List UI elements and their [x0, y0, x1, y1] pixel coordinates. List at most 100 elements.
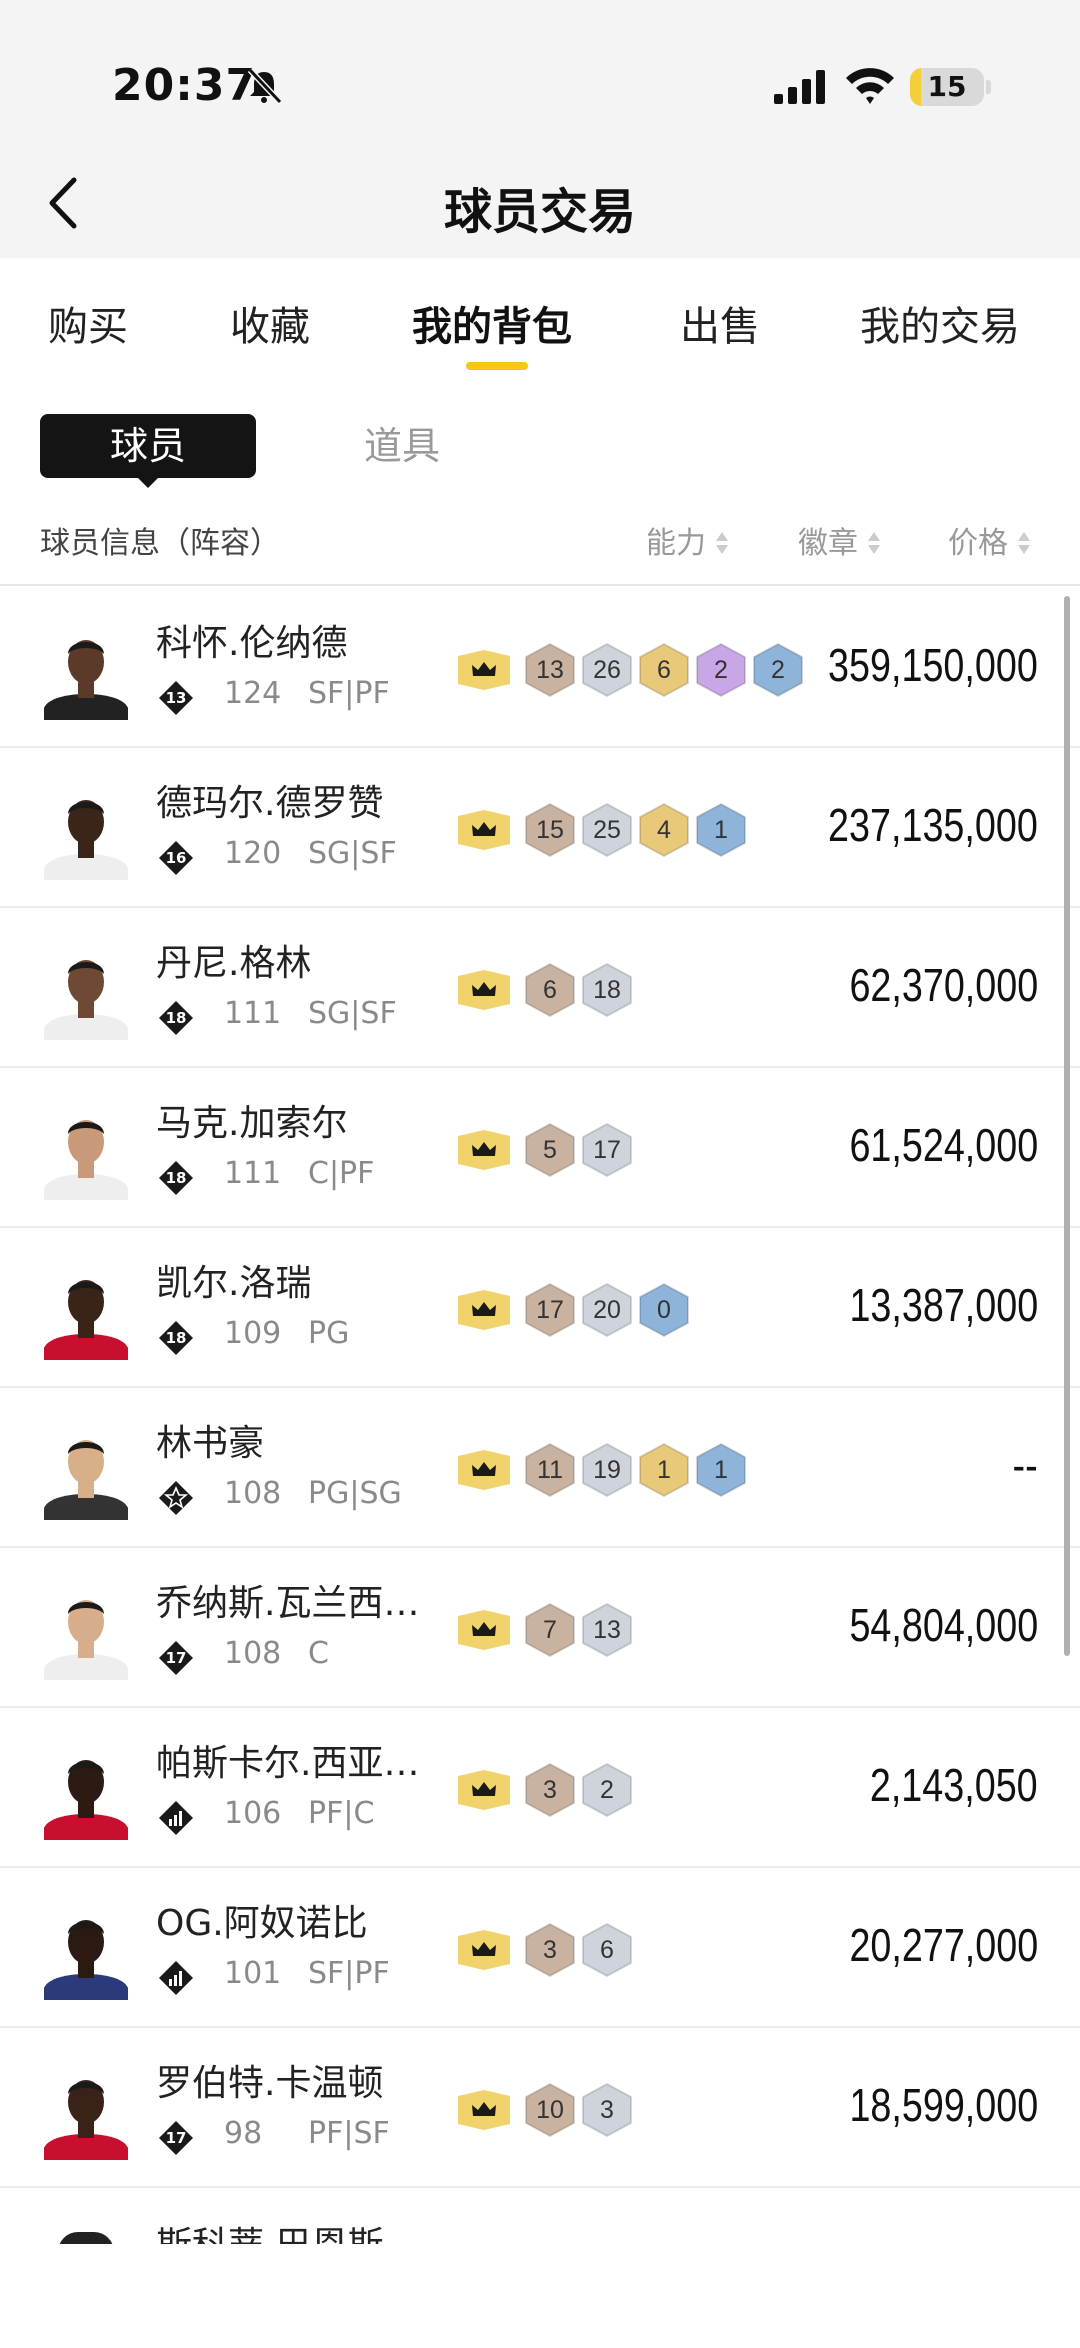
player-avatar — [44, 960, 128, 1040]
badge-count: 4 — [657, 816, 671, 844]
player-price: 20,277,000 — [849, 1919, 1038, 1971]
player-ability: 98 — [224, 2116, 263, 2151]
player-avatar — [44, 1440, 128, 1520]
player-price: 18,599,000 — [849, 2079, 1038, 2131]
player-avatar — [44, 2080, 128, 2160]
player-price: 54,804,000 — [849, 1599, 1038, 1651]
partial-player-row[interactable]: 斯科蒂.巴恩斯 — [0, 2192, 1080, 2244]
tier-number: 18 — [165, 1009, 187, 1027]
player-list: 科怀.伦纳德 13 124 SF|PF 13 26 6 2 2 359,150,000 德玛尔.德罗… — [0, 588, 1080, 2188]
battery-indicator: 15 — [910, 68, 984, 106]
tier-badge-icon — [159, 1481, 193, 1515]
player-position: C|PF — [308, 1156, 375, 1191]
badge-count: 5 — [543, 1136, 557, 1164]
battery-level-text: 15 — [927, 70, 967, 103]
crown-icon — [458, 1610, 510, 1650]
player-avatar — [44, 1760, 128, 1840]
badge-count: 3 — [543, 1936, 557, 1964]
crown-icon — [458, 1770, 510, 1810]
badge-count: 3 — [543, 1776, 557, 1804]
sort-ability[interactable]: 能力 — [646, 518, 730, 562]
player-ability: 106 — [224, 1796, 282, 1831]
sort-arrows-icon — [868, 532, 880, 554]
sort-badges[interactable]: 徽章 — [798, 518, 882, 562]
player-position: PG — [308, 1316, 350, 1351]
player-name: OG.阿奴诺比 — [156, 1903, 368, 1944]
status-time: 20:37 — [112, 60, 258, 111]
badge-count: 6 — [600, 1936, 614, 1964]
badge-count: 1 — [714, 816, 728, 844]
badge-count: 11 — [537, 1456, 563, 1484]
player-price: 62,370,000 — [849, 959, 1038, 1011]
player-ability: 111 — [224, 996, 282, 1031]
badge-count: 13 — [536, 656, 564, 684]
tab-favorites[interactable]: 收藏 — [230, 294, 310, 352]
player-name: 丹尼.格林 — [156, 943, 312, 984]
player-avatar — [44, 1600, 128, 1680]
player-row[interactable]: OG.阿奴诺比 101 SF|PF 3 6 20,277,000 — [0, 1868, 1080, 2028]
nav-header: 球员交易 — [0, 150, 1080, 258]
tab-bar: 购买 收藏 我的背包 出售 我的交易 — [0, 258, 1080, 378]
player-row[interactable]: 帕斯卡尔.西亚… 106 PF|C 3 2 2,143,050 — [0, 1708, 1080, 1868]
badge-count: 3 — [600, 2096, 614, 2124]
scrollbar[interactable] — [1064, 596, 1070, 1656]
player-row[interactable]: 罗伯特.卡温顿 17 98 PF|SF 10 3 18,599,000 — [0, 2028, 1080, 2188]
badge-count: 20 — [593, 1296, 621, 1324]
player-row[interactable]: 丹尼.格林 18 111 SG|SF 6 18 62,370,000 — [0, 908, 1080, 1068]
player-ability: 111 — [224, 1156, 282, 1191]
sort-price-label: 价格 — [948, 526, 1008, 561]
crown-icon — [458, 810, 510, 850]
player-row[interactable]: 林书豪 108 PG|SG 11 19 1 1 -- — [0, 1388, 1080, 1548]
player-ability: 108 — [224, 1476, 282, 1511]
battery-tip — [986, 80, 991, 94]
player-name: 罗伯特.卡温顿 — [156, 2063, 384, 2104]
badge-count: 15 — [536, 816, 564, 844]
bottom-blank-area — [0, 2246, 1080, 2348]
badge-count: 13 — [593, 1616, 621, 1644]
player-name: 林书豪 — [156, 1423, 265, 1464]
player-row[interactable]: 乔纳斯.瓦兰西… 17 108 C 7 13 54,804,000 — [0, 1548, 1080, 1708]
player-row[interactable]: 凯尔.洛瑞 18 109 PG 17 20 0 13,387,000 — [0, 1228, 1080, 1388]
segment-players[interactable]: 球员 — [40, 414, 256, 478]
badge-count: 2 — [771, 656, 785, 684]
player-name: 马克.加索尔 — [156, 1103, 348, 1144]
player-price: 61,524,000 — [849, 1119, 1038, 1171]
badge-count: 1 — [714, 1456, 728, 1484]
crown-icon — [458, 1130, 510, 1170]
crown-icon — [458, 650, 510, 690]
player-price: 13,387,000 — [849, 1279, 1038, 1331]
sort-arrows-icon — [716, 532, 728, 554]
player-row[interactable]: 马克.加索尔 18 111 C|PF 5 17 61,524,000 — [0, 1068, 1080, 1228]
crown-icon — [458, 2090, 510, 2130]
tab-sell[interactable]: 出售 — [680, 294, 760, 352]
badge-count: 19 — [593, 1456, 621, 1484]
player-avatar — [44, 1920, 128, 2000]
player-price: -- — [1012, 1439, 1038, 1491]
player-row[interactable]: 科怀.伦纳德 13 124 SF|PF 13 26 6 2 2 359,150,000 — [0, 588, 1080, 748]
badge-count: 2 — [600, 1776, 614, 1804]
sort-price[interactable]: 价格 — [948, 518, 1032, 562]
badge-count: 17 — [593, 1136, 621, 1164]
player-position: C — [308, 1636, 329, 1671]
player-ability: 120 — [224, 836, 282, 871]
segment-items[interactable]: 道具 — [364, 414, 440, 478]
status-bar: 20:37 15 — [0, 0, 1080, 150]
crown-icon — [458, 1930, 510, 1970]
badge-count: 10 — [536, 2096, 564, 2124]
bell-muted-icon — [247, 67, 283, 105]
player-ability: 101 — [224, 1956, 282, 1991]
player-avatar — [44, 1120, 128, 1200]
tier-number: 18 — [165, 1329, 187, 1347]
wifi-icon — [846, 68, 894, 104]
tab-my-backpack[interactable]: 我的背包 — [412, 294, 572, 352]
tab-buy[interactable]: 购买 — [48, 294, 128, 352]
tab-my-trades[interactable]: 我的交易 — [860, 294, 1020, 352]
player-avatar — [44, 800, 128, 880]
crown-icon — [458, 1290, 510, 1330]
player-name: 帕斯卡尔.西亚… — [156, 1743, 420, 1784]
tier-number: 17 — [165, 1649, 187, 1667]
player-row[interactable]: 德玛尔.德罗赞 16 120 SG|SF 15 25 4 1 237,135,000 — [0, 748, 1080, 908]
player-position: PG|SG — [308, 1476, 402, 1511]
crown-icon — [458, 970, 510, 1010]
player-price: 359,150,000 — [828, 639, 1038, 691]
